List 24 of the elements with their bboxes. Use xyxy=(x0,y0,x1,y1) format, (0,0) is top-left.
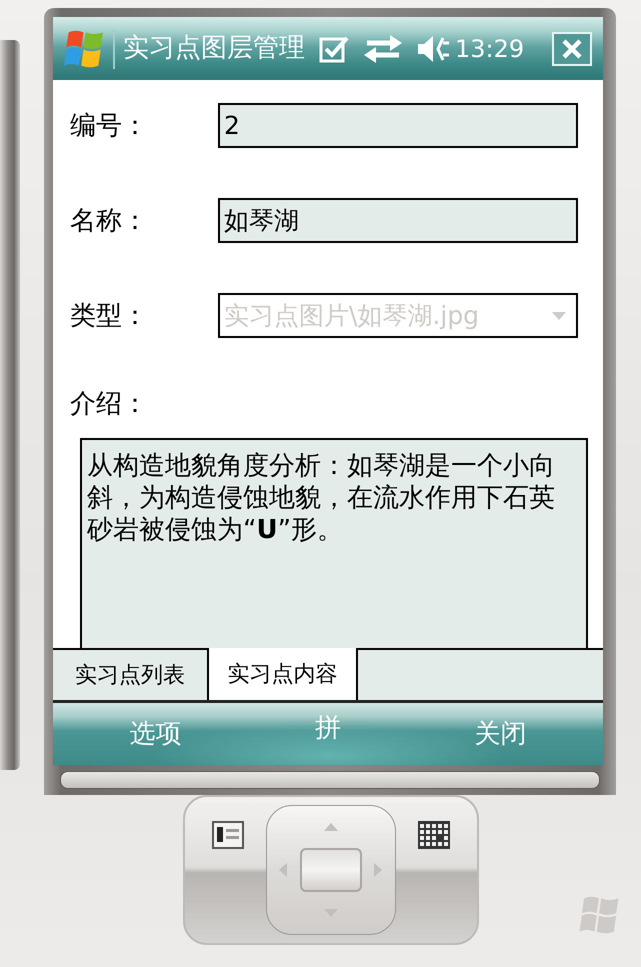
field-label: 类型： xyxy=(70,300,149,332)
window-title: 实习点图层管理 xyxy=(123,32,305,65)
two-arrows-icon[interactable] xyxy=(363,34,403,64)
dropdown-arrow-icon xyxy=(552,312,566,320)
up-arrow-icon xyxy=(324,823,338,831)
checkbox-tick-icon[interactable] xyxy=(319,34,349,62)
field-label: 名称： xyxy=(70,204,149,236)
windows-logo-icon xyxy=(579,895,619,935)
calendar-grid-icon xyxy=(418,821,450,849)
close-button[interactable] xyxy=(552,32,592,66)
close-icon xyxy=(562,38,582,58)
text-area[interactable]: 从构造地貌角度分析：如琴湖是一个小向斜，为构造侵蚀地貌，在流水作用下石英砂岩被侵蚀为“U”形。 xyxy=(80,438,588,648)
contact-card-icon xyxy=(212,821,244,849)
field-label: 介绍： xyxy=(70,388,149,420)
tab[interactable]: 实习点列表 xyxy=(53,648,207,700)
left-arrow-icon xyxy=(279,863,287,877)
text-field[interactable]: 如琴湖 xyxy=(218,198,578,243)
center-key[interactable] xyxy=(300,848,362,892)
text-field[interactable]: 2 xyxy=(218,103,578,148)
right-arrow-icon xyxy=(374,863,382,877)
field-label: 编号： xyxy=(70,110,149,142)
windows-logo-icon[interactable] xyxy=(62,28,105,68)
speaker-icon[interactable] xyxy=(417,34,451,64)
tab[interactable]: 实习点内容 xyxy=(207,648,358,700)
